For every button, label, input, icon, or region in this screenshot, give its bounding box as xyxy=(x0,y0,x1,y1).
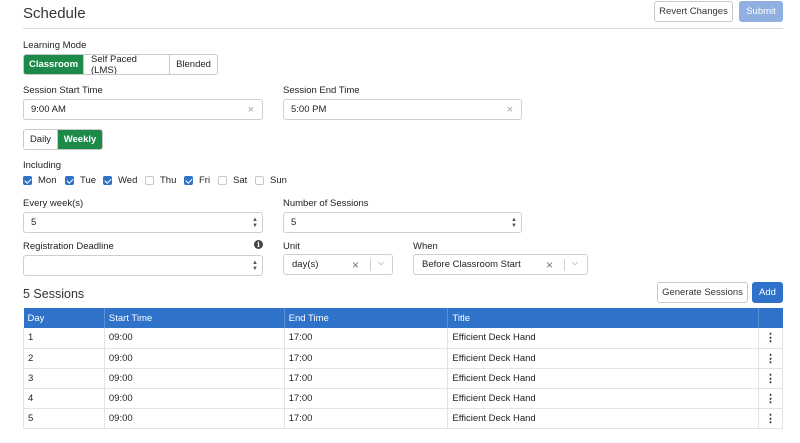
session-end-label: Session End Time xyxy=(283,85,360,96)
select-separator xyxy=(370,259,371,271)
session-end-value: 5:00 PM xyxy=(291,104,327,115)
checkbox[interactable] xyxy=(23,176,32,185)
day-wed[interactable]: Wed xyxy=(103,175,137,186)
revert-changes-button[interactable]: Revert Changes xyxy=(654,1,733,22)
table-row[interactable]: 2 09:00 17:00 Efficient Deck Hand ⋮ xyxy=(23,348,784,369)
unit-value: day(s) xyxy=(292,259,319,270)
checkbox[interactable] xyxy=(255,176,264,185)
unit-select[interactable]: day(s) × ⌵ xyxy=(283,254,393,275)
day-tue[interactable]: Tue xyxy=(65,175,96,186)
session-start-value: 9:00 AM xyxy=(31,104,66,115)
table-row[interactable]: 4 09:00 17:00 Efficient Deck Hand ⋮ xyxy=(23,388,784,409)
checkbox[interactable] xyxy=(145,176,154,185)
cell-start-time: 09:00 xyxy=(104,388,285,409)
day-fri[interactable]: Fri xyxy=(184,175,210,186)
cell-title: Efficient Deck Hand xyxy=(447,368,759,389)
learning-mode-toggle: Classroom Self Paced (LMS) Blended xyxy=(23,54,218,75)
sessions-title: 5 Sessions xyxy=(23,287,85,301)
when-select[interactable]: Before Classroom Start × ⌵ xyxy=(413,254,588,275)
kebab-menu-icon[interactable]: ⋮ xyxy=(758,408,784,429)
session-start-label: Session Start Time xyxy=(23,85,103,96)
learning-mode-blended[interactable]: Blended xyxy=(170,55,217,74)
table-row[interactable]: 1 09:00 17:00 Efficient Deck Hand ⋮ xyxy=(23,328,784,349)
generate-sessions-button[interactable]: Generate Sessions xyxy=(657,282,748,303)
learning-mode-classroom[interactable]: Classroom xyxy=(24,55,84,74)
when-value: Before Classroom Start xyxy=(422,259,521,270)
cell-day: 5 xyxy=(23,408,105,429)
checkbox[interactable] xyxy=(65,176,74,185)
chevron-down-icon[interactable]: ⌵ xyxy=(572,258,578,268)
frequency-weekly[interactable]: Weekly xyxy=(58,130,102,149)
column-header-actions xyxy=(758,308,783,328)
every-weeks-input[interactable]: 5 ▲ ▼ xyxy=(23,212,263,233)
learning-mode-label: Learning Mode xyxy=(23,40,87,51)
cell-day: 2 xyxy=(23,348,105,369)
number-of-sessions-value: 5 xyxy=(291,217,297,228)
day-mon[interactable]: Mon xyxy=(23,175,56,186)
spinner-arrows-icon[interactable]: ▲ ▼ xyxy=(510,216,518,230)
number-of-sessions-label: Number of Sessions xyxy=(283,198,369,209)
day-thu[interactable]: Thu xyxy=(145,175,176,186)
cell-start-time: 09:00 xyxy=(104,368,285,389)
day-sun[interactable]: Sun xyxy=(255,175,287,186)
cell-day: 3 xyxy=(23,368,105,389)
column-header-day[interactable]: Day xyxy=(23,308,105,328)
page-title: Schedule xyxy=(23,5,86,22)
select-separator xyxy=(564,259,565,271)
column-header-end-time[interactable]: End Time xyxy=(284,308,449,328)
cell-title: Efficient Deck Hand xyxy=(447,348,759,369)
submit-button[interactable]: Submit xyxy=(739,1,783,22)
cell-end-time: 17:00 xyxy=(284,348,449,369)
cell-end-time: 17:00 xyxy=(284,408,449,429)
including-label: Including xyxy=(23,160,62,171)
table-row[interactable]: 5 09:00 17:00 Efficient Deck Hand ⋮ xyxy=(23,408,784,429)
chevron-down-icon[interactable]: ⌵ xyxy=(378,258,384,268)
cell-end-time: 17:00 xyxy=(284,328,449,349)
checkbox[interactable] xyxy=(218,176,227,185)
cell-end-time: 17:00 xyxy=(284,368,449,389)
cell-title: Efficient Deck Hand xyxy=(447,408,759,429)
frequency-daily[interactable]: Daily xyxy=(24,130,58,149)
column-header-start-time[interactable]: Start Time xyxy=(104,308,285,328)
cell-title: Efficient Deck Hand xyxy=(447,328,759,349)
cell-end-time: 17:00 xyxy=(284,388,449,409)
cell-day: 1 xyxy=(23,328,105,349)
kebab-menu-icon[interactable]: ⋮ xyxy=(758,328,784,349)
checkbox[interactable] xyxy=(103,176,112,185)
cell-start-time: 09:00 xyxy=(104,408,285,429)
close-icon[interactable]: × xyxy=(507,104,513,116)
table-row[interactable]: 3 09:00 17:00 Efficient Deck Hand ⋮ xyxy=(23,368,784,389)
kebab-menu-icon[interactable]: ⋮ xyxy=(758,388,784,409)
sessions-table: Day Start Time End Time Title 1 09:00 17… xyxy=(23,308,784,429)
session-end-input[interactable]: 5:00 PM × xyxy=(283,99,522,120)
when-label: When xyxy=(413,241,438,252)
spinner-arrows-icon[interactable]: ▲ ▼ xyxy=(251,259,259,273)
table-header-row: Day Start Time End Time Title xyxy=(23,308,783,328)
info-icon[interactable]: i xyxy=(254,240,263,249)
registration-deadline-label: Registration Deadline xyxy=(23,241,114,252)
close-icon[interactable]: × xyxy=(352,258,359,272)
every-weeks-label: Every week(s) xyxy=(23,198,84,209)
close-icon[interactable]: × xyxy=(546,258,553,272)
kebab-menu-icon[interactable]: ⋮ xyxy=(758,368,784,389)
cell-start-time: 09:00 xyxy=(104,348,285,369)
frequency-toggle: Daily Weekly xyxy=(23,129,103,150)
unit-label: Unit xyxy=(283,241,300,252)
header-divider xyxy=(23,28,783,29)
close-icon[interactable]: × xyxy=(248,104,254,116)
column-header-title[interactable]: Title xyxy=(447,308,759,328)
registration-deadline-input[interactable]: ▲ ▼ xyxy=(23,255,263,276)
add-button[interactable]: Add xyxy=(752,282,783,303)
cell-day: 4 xyxy=(23,388,105,409)
spinner-arrows-icon[interactable]: ▲ ▼ xyxy=(251,216,259,230)
day-sat[interactable]: Sat xyxy=(218,175,247,186)
cell-start-time: 09:00 xyxy=(104,328,285,349)
cell-title: Efficient Deck Hand xyxy=(447,388,759,409)
checkbox[interactable] xyxy=(184,176,193,185)
learning-mode-self-paced[interactable]: Self Paced (LMS) xyxy=(84,55,170,74)
number-of-sessions-input[interactable]: 5 ▲ ▼ xyxy=(283,212,522,233)
session-start-input[interactable]: 9:00 AM × xyxy=(23,99,263,120)
every-weeks-value: 5 xyxy=(31,217,37,228)
kebab-menu-icon[interactable]: ⋮ xyxy=(758,348,784,369)
